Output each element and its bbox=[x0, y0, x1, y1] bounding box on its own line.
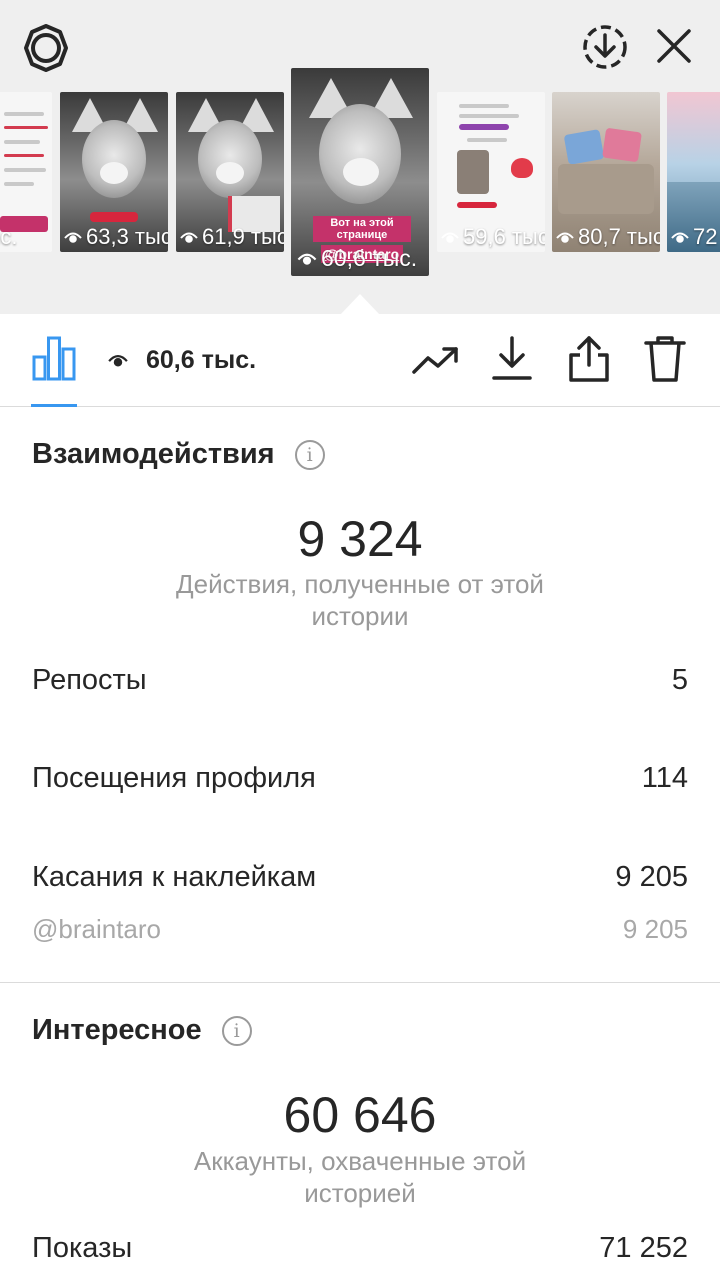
info-icon[interactable]: i bbox=[221, 1015, 252, 1046]
metric-value: 9 205 bbox=[615, 861, 688, 893]
metric-label: Репосты bbox=[32, 664, 147, 696]
views-count-label: 60,6 тыс. bbox=[146, 346, 257, 374]
share-button[interactable] bbox=[564, 334, 614, 388]
story-thumbnail[interactable]: 61,9 тыс. bbox=[176, 92, 284, 252]
story-views: 80,7 тыс. bbox=[556, 224, 660, 250]
heart-icon bbox=[511, 158, 533, 178]
emoji-row bbox=[459, 124, 509, 130]
section-title-text: Взаимодействия bbox=[32, 438, 275, 470]
discovery-title: Интересное i bbox=[32, 1014, 252, 1047]
story-views: 60,6 тыс. bbox=[297, 245, 417, 272]
story-thumbnail[interactable]: 72 bbox=[667, 92, 720, 252]
pillow-pink bbox=[602, 127, 642, 163]
story-views-label: ,8 тыс. bbox=[0, 224, 18, 249]
metric-row-reposts: Репосты 5 bbox=[32, 664, 688, 697]
story-views: 63,3 тыс. bbox=[64, 224, 168, 250]
share-icon bbox=[568, 335, 610, 388]
eye-icon bbox=[297, 245, 317, 272]
download-circle-icon bbox=[581, 23, 629, 71]
metric-value: 114 bbox=[641, 762, 688, 794]
story-views-label: 59,6 тыс. bbox=[463, 224, 545, 249]
stories-carousel[interactable]: ,8 тыс. 63,3 тыс. bbox=[0, 68, 720, 278]
eye-icon bbox=[64, 224, 82, 250]
section-divider bbox=[0, 982, 720, 983]
hearts-row bbox=[457, 202, 497, 208]
metric-sub-label: @braintaro bbox=[32, 914, 162, 944]
views-count: 60,6 тыс. bbox=[108, 346, 256, 375]
story-views: ,8 тыс. bbox=[0, 224, 17, 250]
download-button[interactable] bbox=[488, 334, 536, 386]
interactions-total: 9 324 bbox=[297, 511, 423, 567]
insights-tab[interactable] bbox=[28, 334, 80, 386]
metric-row-impressions: Показы 71 252 bbox=[32, 1232, 688, 1265]
story-thumbnail[interactable]: ,8 тыс. bbox=[0, 92, 52, 252]
story-views-label: 72 bbox=[693, 224, 718, 249]
story-views-label: 63,3 тыс. bbox=[86, 224, 168, 249]
discovery-total: 60 646 bbox=[283, 1087, 437, 1143]
close-icon bbox=[655, 27, 693, 65]
download-icon bbox=[491, 335, 533, 386]
interactions-caption: Действия, полученные от этой истории bbox=[176, 569, 544, 631]
metric-subrow-handle: @braintaro 9 205 bbox=[32, 914, 688, 945]
gear-icon bbox=[21, 23, 71, 73]
eye-icon bbox=[441, 224, 459, 250]
photo-message bbox=[457, 150, 489, 194]
section-title-text: Интересное bbox=[32, 1014, 202, 1046]
story-header: ,8 тыс. 63,3 тыс. bbox=[0, 0, 720, 315]
interactions-title: Взаимодействия i bbox=[32, 438, 325, 471]
story-views: 61,9 тыс. bbox=[180, 224, 284, 250]
pillow-blue bbox=[563, 129, 605, 165]
metric-row-sticker-taps: Касания к наклейкам 9 205 bbox=[32, 861, 688, 894]
story-views: 59,6 тыс. bbox=[441, 224, 545, 250]
selected-pointer bbox=[340, 294, 380, 315]
story-thumbnail[interactable]: 63,3 тыс. bbox=[60, 92, 168, 252]
active-tab-indicator bbox=[31, 404, 77, 407]
caption-text: Вот на этой странице bbox=[313, 216, 411, 242]
metric-label: Касания к наклейкам bbox=[32, 861, 317, 893]
metric-label: Посещения профиля bbox=[32, 762, 316, 794]
eye-icon bbox=[671, 224, 689, 250]
save-story-button[interactable] bbox=[578, 20, 632, 74]
sofa-seat bbox=[558, 164, 654, 214]
trending-icon bbox=[412, 345, 460, 380]
info-icon[interactable]: i bbox=[294, 439, 325, 470]
eye-icon bbox=[556, 224, 574, 250]
close-button[interactable] bbox=[650, 22, 698, 70]
hearts-sticker bbox=[90, 212, 138, 222]
metric-label: Показы bbox=[32, 1232, 133, 1264]
metric-value: 5 bbox=[671, 664, 688, 696]
delete-button[interactable] bbox=[640, 334, 690, 388]
story-thumbnail-selected[interactable]: Вот на этой странице @braintaro 60,6 тыс… bbox=[291, 68, 429, 276]
story-thumbnail[interactable]: 80,7 тыс. bbox=[552, 92, 660, 252]
bar-chart-icon bbox=[31, 335, 77, 386]
story-views-label: 80,7 тыс. bbox=[578, 224, 660, 249]
promote-button[interactable] bbox=[410, 340, 462, 384]
eye-icon bbox=[108, 346, 128, 375]
eye-icon bbox=[180, 224, 198, 250]
trash-icon bbox=[644, 335, 686, 388]
story-views-label: 61,9 тыс. bbox=[202, 224, 284, 249]
story-views-label: 60,6 тыс. bbox=[321, 245, 418, 271]
metric-value: 71 252 bbox=[599, 1232, 688, 1264]
story-thumbnail[interactable]: 59,6 тыс. bbox=[437, 92, 545, 252]
metric-row-profile-visits: Посещения профиля 114 bbox=[32, 762, 688, 795]
discovery-caption: Аккаунты, охваченные этой историей bbox=[193, 1146, 527, 1208]
insights-toolbar: 60,6 тыс. bbox=[0, 314, 720, 407]
metric-sub-value: 9 205 bbox=[622, 914, 688, 944]
story-views: 72 bbox=[671, 224, 717, 250]
